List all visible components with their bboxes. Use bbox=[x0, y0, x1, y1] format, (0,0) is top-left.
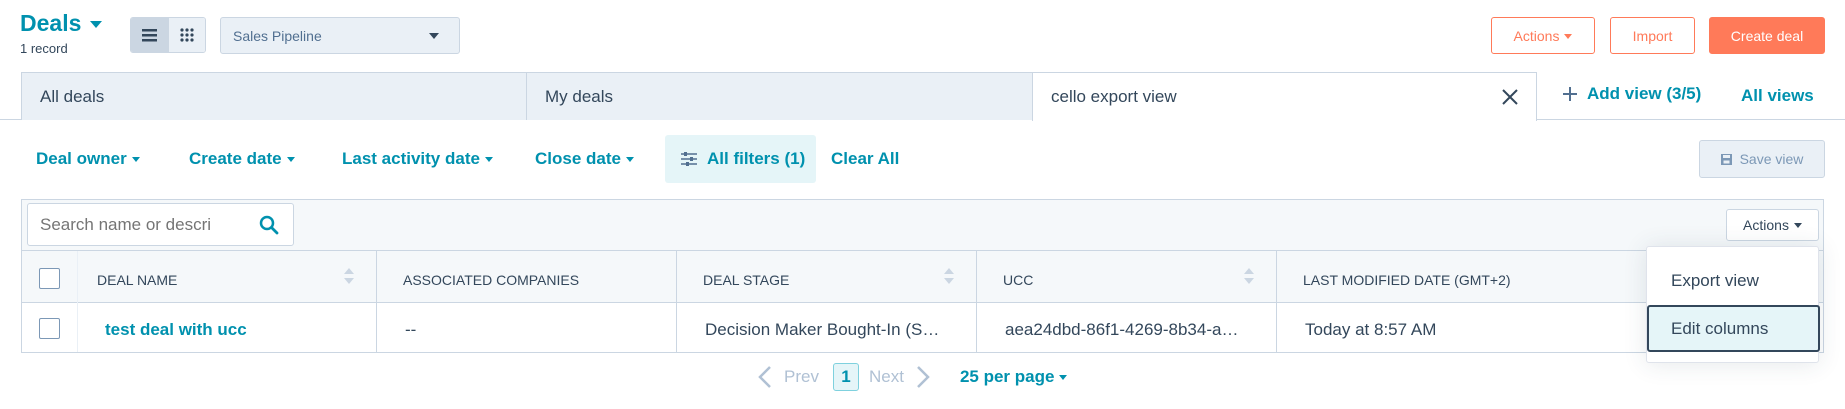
import-button[interactable]: Import bbox=[1610, 17, 1695, 54]
deal-stage-cell: Decision Maker Bought-In (S… bbox=[705, 320, 940, 339]
edit-columns-menu-item[interactable]: Edit columns bbox=[1647, 305, 1820, 352]
column-divider bbox=[976, 251, 977, 352]
search-box bbox=[27, 203, 294, 246]
column-header-associated-companies[interactable]: ASSOCIATED COMPANIES bbox=[403, 272, 579, 288]
save-view-button[interactable]: Save view bbox=[1699, 140, 1825, 178]
filter-label: Close date bbox=[535, 149, 621, 168]
search-input[interactable] bbox=[40, 214, 240, 235]
chevron-down-icon bbox=[625, 157, 634, 163]
column-header-label: DEAL STAGE bbox=[703, 272, 790, 288]
grid-icon bbox=[180, 28, 194, 42]
sliders-icon bbox=[681, 152, 697, 166]
chevron-down-icon bbox=[131, 157, 140, 163]
table-actions-label: Actions bbox=[1743, 217, 1789, 233]
table-header-row bbox=[22, 251, 1823, 303]
column-divider bbox=[1276, 251, 1277, 352]
column-header-label: LAST MODIFIED DATE (GMT+2) bbox=[1303, 272, 1511, 288]
page-number-current[interactable]: 1 bbox=[832, 363, 859, 391]
filter-label: Deal owner bbox=[36, 149, 127, 168]
pipeline-select-value: Sales Pipeline bbox=[233, 27, 322, 44]
pagination: Prev 1 Next 25 per page bbox=[758, 363, 1068, 391]
tab-my-deals[interactable]: My deals bbox=[526, 72, 1033, 120]
chevron-left-icon bbox=[758, 366, 771, 388]
tab-label: cello export view bbox=[1051, 87, 1177, 106]
page-title[interactable]: Deals bbox=[20, 10, 103, 37]
column-divider bbox=[676, 251, 677, 352]
column-header-ucc[interactable]: UCC bbox=[1003, 272, 1033, 288]
chevron-down-icon bbox=[286, 157, 295, 163]
per-page-label: 25 per page bbox=[959, 367, 1055, 386]
actions-dropdown-menu: Export view Edit columns bbox=[1646, 246, 1820, 363]
deal-name-link[interactable]: test deal with ucc bbox=[105, 320, 247, 340]
export-view-menu-item[interactable]: Export view bbox=[1671, 271, 1759, 291]
column-header-label: ASSOCIATED COMPANIES bbox=[403, 272, 580, 288]
plus-icon bbox=[1563, 87, 1577, 101]
pipeline-select[interactable]: Sales Pipeline bbox=[220, 17, 460, 54]
per-page-select[interactable]: 25 per page bbox=[960, 367, 1068, 387]
sort-icon[interactable] bbox=[344, 268, 354, 284]
column-header-deal-name[interactable]: DEAL NAME bbox=[97, 272, 177, 288]
next-page-button[interactable]: Next bbox=[869, 365, 930, 389]
actions-button-label: Actions bbox=[1513, 27, 1560, 44]
filter-last-activity-date[interactable]: Last activity date bbox=[342, 149, 493, 169]
prev-page-button[interactable]: Prev bbox=[758, 365, 819, 389]
filter-label: Create date bbox=[189, 149, 282, 168]
tab-label: My deals bbox=[545, 86, 614, 106]
last-modified-cell: Today at 8:57 AM bbox=[1305, 320, 1437, 339]
column-divider bbox=[376, 251, 377, 352]
column-header-label: UCC bbox=[1003, 272, 1034, 288]
chevron-down-icon bbox=[1059, 375, 1068, 381]
save-icon bbox=[1720, 153, 1732, 165]
column-header-last-modified-date[interactable]: LAST MODIFIED DATE (GMT+2) bbox=[1303, 272, 1511, 288]
chevron-down-icon bbox=[1793, 222, 1802, 228]
record-count: 1 record bbox=[20, 41, 68, 56]
all-filters-label: All filters (1) bbox=[707, 149, 806, 168]
sort-icon[interactable] bbox=[944, 268, 954, 284]
filter-close-date[interactable]: Close date bbox=[535, 149, 634, 169]
filter-deal-owner[interactable]: Deal owner bbox=[36, 149, 140, 169]
board-view-button[interactable] bbox=[168, 18, 205, 52]
column-header-label: DEAL NAME bbox=[97, 272, 178, 288]
filter-create-date[interactable]: Create date bbox=[189, 149, 295, 169]
actions-button[interactable]: Actions bbox=[1491, 17, 1595, 54]
next-label: Next bbox=[868, 367, 904, 386]
chevron-down-icon bbox=[429, 32, 439, 39]
edit-columns-label: Edit columns bbox=[1671, 318, 1769, 338]
add-view-button[interactable]: Add view (3/5) bbox=[1563, 84, 1701, 104]
tab-all-deals[interactable]: All deals bbox=[21, 72, 527, 120]
page-title-text: Deals bbox=[20, 10, 82, 36]
sort-icon[interactable] bbox=[1244, 268, 1254, 284]
row-checkbox[interactable] bbox=[39, 318, 60, 339]
search-icon[interactable] bbox=[259, 215, 279, 235]
add-view-label: Add view (3/5) bbox=[1587, 84, 1702, 103]
chevron-down-icon bbox=[484, 157, 493, 163]
view-toggle bbox=[130, 17, 206, 53]
save-view-label: Save view bbox=[1739, 151, 1804, 167]
all-views-link[interactable]: All views bbox=[1741, 86, 1814, 106]
chevron-down-icon bbox=[90, 21, 103, 29]
close-icon[interactable] bbox=[1502, 89, 1518, 105]
table-actions-button[interactable]: Actions bbox=[1726, 209, 1819, 241]
associated-companies-cell: -- bbox=[405, 320, 417, 339]
list-view-button[interactable] bbox=[131, 18, 168, 52]
column-header-deal-stage[interactable]: DEAL STAGE bbox=[703, 272, 789, 288]
tab-label: All deals bbox=[40, 86, 105, 106]
select-all-checkbox[interactable] bbox=[39, 268, 60, 289]
list-icon bbox=[142, 28, 157, 41]
clear-all-link[interactable]: Clear All bbox=[831, 149, 899, 169]
filter-label: Last activity date bbox=[342, 149, 480, 168]
column-divider bbox=[77, 251, 78, 352]
chevron-down-icon bbox=[1564, 34, 1573, 40]
chevron-right-icon bbox=[917, 366, 930, 388]
tab-cello-export-view[interactable]: cello export view bbox=[1032, 72, 1537, 121]
prev-label: Prev bbox=[784, 367, 819, 386]
create-deal-button[interactable]: Create deal bbox=[1709, 17, 1825, 54]
all-filters-button[interactable]: All filters (1) bbox=[665, 135, 816, 183]
ucc-cell: aea24dbd-86f1-4269-8b34-a… bbox=[1005, 320, 1239, 339]
